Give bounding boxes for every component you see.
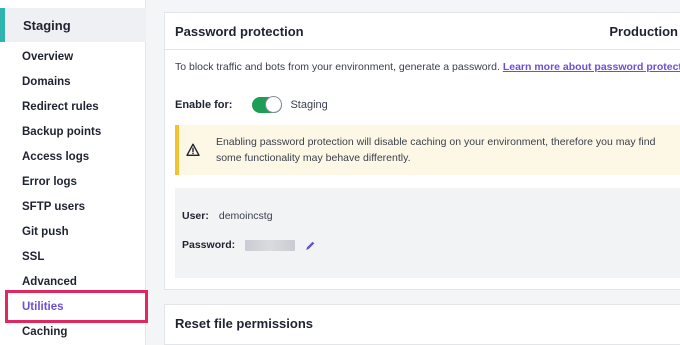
reset-file-permissions-header: Reset file permissions — [165, 305, 680, 342]
password-protection-header: Password protection Production — [165, 13, 680, 50]
enable-label: Enable for: — [175, 99, 233, 111]
warning-icon — [179, 143, 208, 157]
learn-more-link[interactable]: Learn more about password protect — [503, 61, 680, 73]
sidebar-item-ssl[interactable]: SSL — [0, 244, 146, 269]
toggle-knob — [265, 96, 283, 113]
sidebar-item-overview[interactable]: Overview — [0, 44, 146, 69]
sidebar-item-caching[interactable]: Caching — [0, 319, 146, 344]
sidebar-item-redirect-rules[interactable]: Redirect rules — [0, 94, 146, 119]
caching-warning-notice: Enabling password protection will disabl… — [175, 125, 680, 175]
staging-toggle[interactable] — [252, 96, 283, 113]
sidebar-item-backup-points[interactable]: Backup points — [0, 119, 146, 144]
sidebar-item-access-logs[interactable]: Access logs — [0, 144, 146, 169]
password-label: Password: — [182, 239, 236, 251]
pencil-icon[interactable] — [305, 240, 316, 251]
sidebar-item-domains[interactable]: Domains — [0, 69, 146, 94]
sidebar-item-error-logs[interactable]: Error logs — [0, 169, 146, 194]
user-label: User: — [182, 210, 209, 222]
sidebar-item-utilities[interactable]: Utilities — [0, 294, 146, 319]
environment-tag: Production — [609, 23, 678, 39]
notice-text: Enabling password protection will disabl… — [215, 136, 656, 164]
credentials-box: User: demoincstg Password: — [175, 188, 680, 278]
sidebar-item-git-push[interactable]: Git push — [0, 219, 146, 244]
environment-header[interactable]: Staging — [0, 8, 146, 42]
description-text: To block traffic and bots from your envi… — [175, 61, 503, 73]
password-protection-title: Password protection — [175, 23, 304, 39]
password-masked-value — [245, 239, 296, 251]
sidebar: Staging Overview Domains Redirect rules … — [0, 0, 148, 345]
sidebar-item-sftp-users[interactable]: SFTP users — [0, 194, 146, 219]
password-protection-description: To block traffic and bots from your envi… — [175, 61, 680, 73]
user-value: demoincstg — [218, 210, 273, 222]
toggle-label: Staging — [290, 99, 328, 111]
password-protection-card: Password protection Production To block … — [164, 12, 680, 290]
password-row: Password: — [182, 239, 316, 251]
user-row: User: demoincstg — [182, 210, 273, 222]
sidebar-item-advanced[interactable]: Advanced — [0, 269, 146, 294]
enable-row: Enable for: Staging — [175, 96, 328, 113]
reset-file-permissions-title: Reset file permissions — [175, 316, 313, 331]
reset-file-permissions-card: Reset file permissions — [164, 304, 680, 345]
sidebar-nav: Overview Domains Redirect rules Backup p… — [0, 44, 146, 344]
